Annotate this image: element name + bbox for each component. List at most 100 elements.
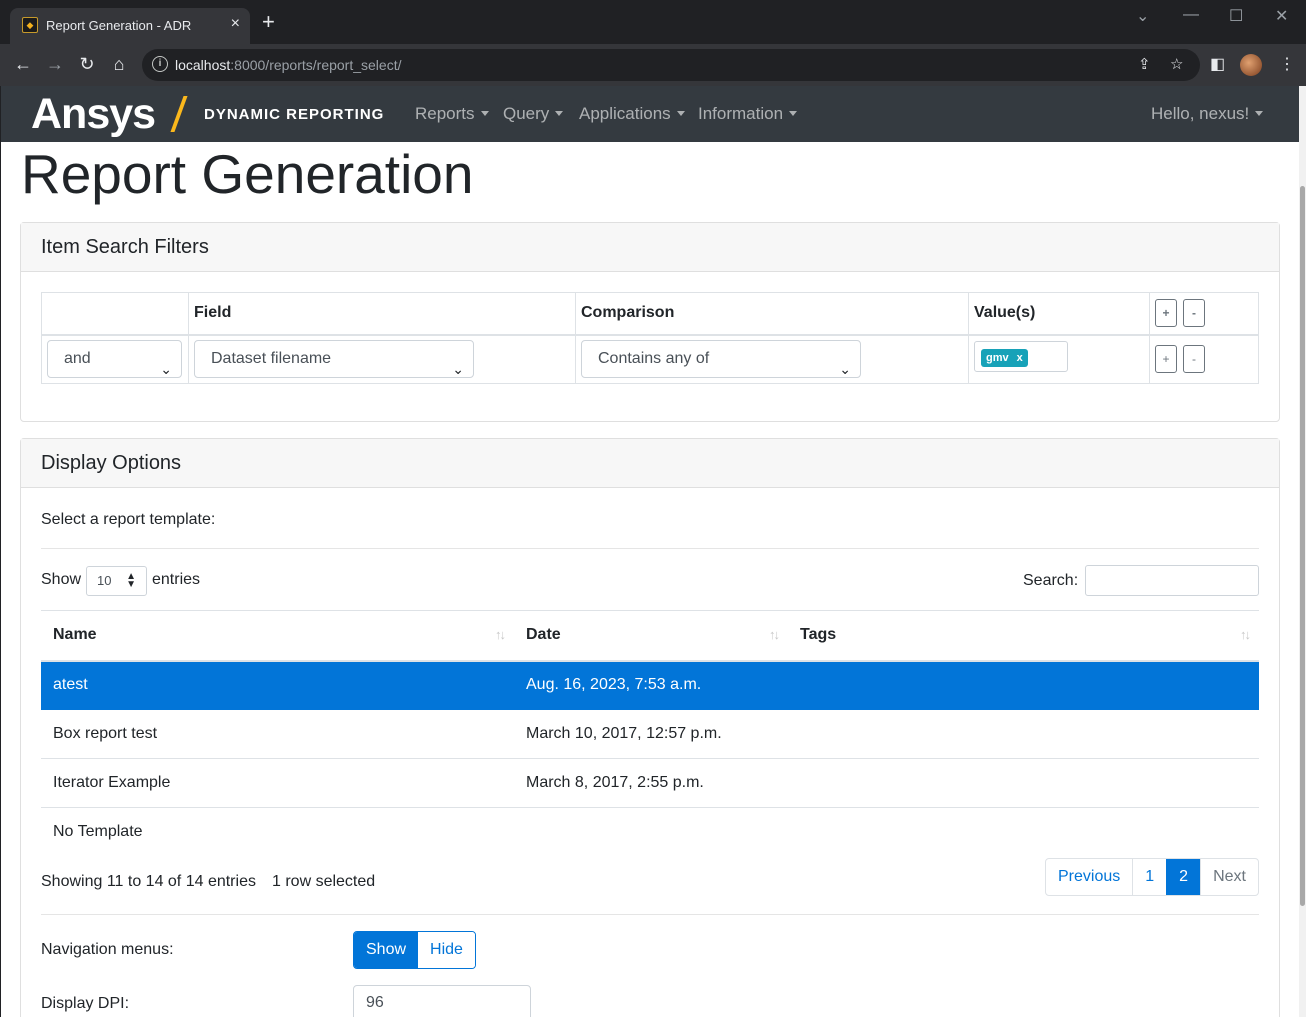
cell-date: March 10, 2017, 12:57 p.m. — [514, 709, 788, 759]
chevron-down-icon: ⌄ — [160, 361, 172, 378]
caret-down-icon — [789, 111, 798, 116]
updown-icon: ▲ ▼ — [126, 571, 136, 590]
close-window-icon[interactable]: ✕ — [1275, 6, 1288, 26]
col-date[interactable]: Date ↑↓ — [514, 610, 788, 662]
entries-label: entries — [152, 571, 201, 588]
table-row[interactable]: atest Aug. 16, 2023, 7:53 a.m. — [41, 660, 1259, 710]
chevron-down-icon: ⌄ — [839, 361, 851, 378]
profile-avatar[interactable] — [1240, 54, 1262, 76]
sort-icon: ↑↓ — [1240, 627, 1251, 642]
entries-select[interactable]: 10 ▲ ▼ — [86, 566, 147, 596]
page-viewport: Ansys DYNAMIC REPORTING Reports Query Ap… — [1, 86, 1299, 1017]
display-options-card: Display Options Select a report template… — [20, 438, 1280, 1017]
col-tags[interactable]: Tags ↑↓ — [788, 610, 1259, 662]
cell-tags — [788, 758, 1259, 808]
new-tab-icon[interactable]: + — [262, 11, 275, 33]
nav-menu-applications[interactable]: Applications — [579, 104, 685, 124]
caret-down-icon — [555, 111, 564, 116]
cell-tags — [788, 808, 1259, 857]
filter-row: and ⌄ Dataset filename ⌄ Contains any of ⌄ … — [41, 334, 1259, 384]
token-remove-icon[interactable]: x — [1017, 352, 1023, 364]
table-info: Showing 11 to 14 of 14 entries — [41, 873, 256, 890]
field-select[interactable]: Dataset filename ⌄ — [194, 340, 474, 379]
pagination-page-1[interactable]: 1 — [1132, 859, 1166, 895]
filters-table: Field Comparison Value(s) + - and ⌄ Datase… — [41, 292, 1259, 384]
tab-title: Report Generation - ADR — [46, 18, 192, 33]
nav-menus-label: Navigation menus: — [41, 941, 174, 958]
share-icon[interactable]: ⇪ — [1138, 55, 1151, 73]
pagination: Previous 1 2 Next — [1045, 858, 1259, 896]
divider — [41, 914, 1259, 915]
forward-icon[interactable]: → — [43, 52, 67, 76]
more-menu-icon[interactable]: ⋮ — [1279, 54, 1295, 74]
add-filter-button[interactable]: + — [1155, 299, 1177, 328]
app-navbar: Ansys DYNAMIC REPORTING Reports Query Ap… — [1, 86, 1299, 142]
pagination-next[interactable]: Next — [1200, 859, 1258, 895]
table-row[interactable]: No Template — [41, 808, 1259, 857]
remove-filter-button[interactable]: - — [1183, 299, 1205, 328]
col-name[interactable]: Name ↑↓ — [41, 610, 514, 662]
remove-filter-row-button[interactable]: - — [1183, 345, 1205, 374]
side-panel-icon[interactable]: ◧ — [1210, 54, 1225, 74]
filters-col-field: Field — [188, 292, 576, 336]
values-token-input[interactable]: gmv x — [974, 341, 1068, 373]
tab-search-chevron-icon[interactable]: ⌄ — [1136, 6, 1149, 26]
templates-table: Name ↑↓ Date ↑↓ Tags ↑↓ atest Aug. 16, 2023… — [41, 610, 1259, 857]
logic-select[interactable]: and ⌄ — [47, 340, 182, 379]
table-row[interactable]: Box report test March 10, 2017, 12:57 p.… — [41, 709, 1259, 759]
select-template-label: Select a report template: — [41, 511, 216, 528]
pagination-page-2[interactable]: 2 — [1166, 859, 1201, 895]
cell-date: March 8, 2017, 2:55 p.m. — [514, 758, 788, 808]
scrollbar-thumb[interactable] — [1300, 186, 1305, 906]
minimize-icon[interactable]: — — [1183, 6, 1199, 24]
search-input[interactable] — [1085, 565, 1259, 596]
page-title: Report Generation — [21, 143, 474, 205]
ansys-logo[interactable]: Ansys — [31, 90, 156, 138]
cell-name: atest — [41, 660, 514, 710]
filters-col-values: Value(s) — [968, 292, 1150, 336]
nav-hide-button[interactable]: Hide — [418, 932, 475, 968]
cell-date: Aug. 16, 2023, 7:53 a.m. — [514, 660, 788, 710]
filters-col-logic — [41, 292, 189, 336]
nav-show-button[interactable]: Show — [354, 932, 419, 968]
pagination-previous[interactable]: Previous — [1046, 859, 1132, 895]
nav-menus-toggle: Show Hide — [353, 931, 476, 969]
address-bar[interactable]: i localhost:8000/reports/report_select/ … — [142, 49, 1200, 81]
browser-tabbar: ◆ Report Generation - ADR × + ⌄ — ☐ ✕ — [0, 0, 1306, 44]
dpi-input[interactable]: 96 — [353, 985, 531, 1017]
divider — [41, 548, 1259, 549]
chevron-down-icon: ⌄ — [452, 361, 464, 378]
tab-close-icon[interactable]: × — [231, 15, 240, 33]
nav-menu-reports[interactable]: Reports — [415, 104, 489, 124]
filters-col-comparison: Comparison — [575, 292, 969, 336]
search-label: Search: — [1023, 572, 1079, 589]
browser-tab[interactable]: ◆ Report Generation - ADR × — [10, 8, 250, 44]
nav-menu-query[interactable]: Query — [503, 104, 564, 124]
home-icon[interactable]: ⌂ — [107, 52, 131, 76]
back-icon[interactable]: ← — [11, 52, 35, 76]
logo-slash — [170, 96, 188, 132]
comparison-select[interactable]: Contains any of ⌄ — [581, 340, 861, 379]
adr-favicon-icon: ◆ — [22, 17, 38, 33]
show-label: Show — [41, 571, 82, 588]
browser-toolbar: ← → ↻ ⌂ i localhost:8000/reports/report_… — [0, 44, 1306, 86]
cell-tags — [788, 709, 1259, 759]
nav-menu-information[interactable]: Information — [698, 104, 798, 124]
cell-date — [514, 808, 788, 857]
site-info-icon[interactable]: i — [152, 56, 168, 72]
filters-card: Item Search Filters Field Comparison Val… — [20, 222, 1280, 422]
filters-card-header: Item Search Filters — [21, 223, 1279, 272]
sort-icon: ↑↓ — [495, 627, 506, 642]
bookmark-star-icon[interactable]: ☆ — [1170, 55, 1183, 73]
user-menu[interactable]: Hello, nexus! — [1151, 104, 1264, 124]
add-filter-row-button[interactable]: + — [1155, 345, 1177, 374]
caret-down-icon — [480, 111, 489, 116]
page-scrollbar[interactable] — [1299, 86, 1306, 1017]
maximize-icon[interactable]: ☐ — [1229, 6, 1243, 26]
selected-info: 1 row selected — [272, 873, 376, 890]
table-row[interactable]: Iterator Example March 8, 2017, 2:55 p.m… — [41, 758, 1259, 808]
reload-icon[interactable]: ↻ — [75, 52, 99, 76]
filters-col-actions: + - — [1149, 292, 1259, 336]
url-text: localhost:8000/reports/report_select/ — [175, 57, 402, 73]
sort-icon: ↑↓ — [769, 627, 780, 642]
